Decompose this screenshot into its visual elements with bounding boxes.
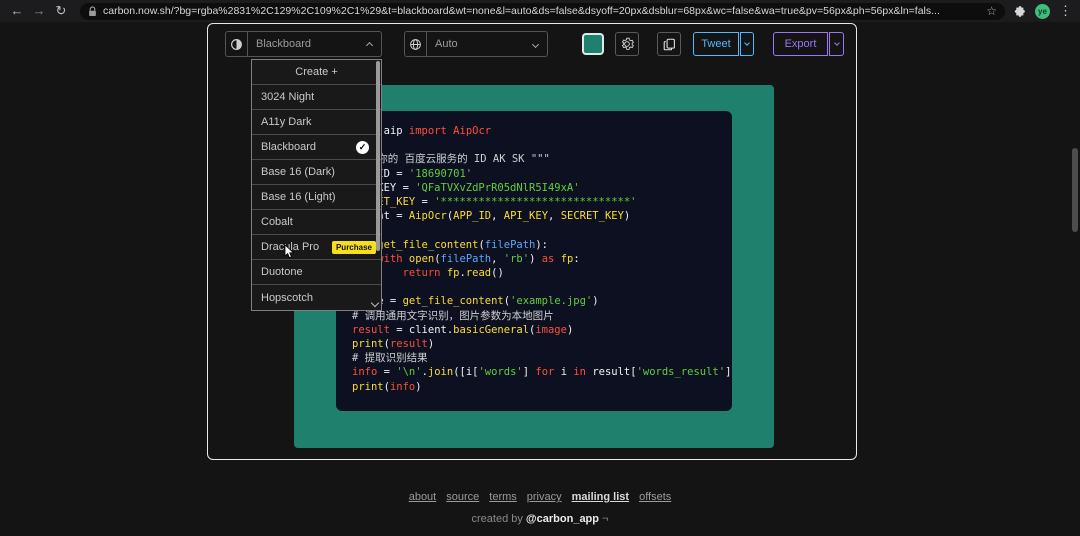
copy-button[interactable] — [657, 32, 681, 56]
mouse-cursor — [284, 244, 296, 265]
gear-icon — [620, 37, 634, 51]
theme-menu-item-dracula-pro[interactable]: Dracula ProPurchase — [252, 235, 381, 260]
code-window[interactable]: from aip import AipOcr """ 你的 百度云服务的 ID … — [336, 111, 732, 411]
code-line — [352, 280, 716, 294]
browser-menu-icon[interactable]: ⋮ — [1059, 3, 1072, 19]
theme-menu-item-label: Cobalt — [261, 216, 293, 228]
code-line: client = AipOcr(APP_ID, API_KEY, SECRET_… — [352, 209, 716, 223]
language-select[interactable]: Auto — [404, 31, 548, 57]
code-line: """ 你的 百度云服务的 ID AK SK """ — [352, 152, 716, 166]
page-scrollbar-thumb[interactable] — [1072, 148, 1078, 232]
chevron-down-icon — [834, 40, 840, 46]
background-color-swatch[interactable] — [582, 33, 604, 55]
theme-menu-item-label: Base 16 (Dark) — [261, 166, 335, 178]
tweet-button[interactable]: Tweet — [693, 32, 739, 56]
theme-menu-item-label: Hopscotch — [261, 292, 313, 304]
theme-menu-item-label: 3024 Night — [261, 91, 314, 103]
theme-menu-item-label: Duotone — [261, 266, 303, 278]
theme-menu: Create + 3024 Night A11y Dark Blackboard ✓ Ba… — [251, 59, 382, 311]
code-line — [352, 138, 716, 152]
export-button[interactable]: Export — [773, 32, 828, 56]
credit-prefix: created by — [472, 513, 526, 525]
bookmark-star-icon[interactable]: ☆ — [986, 4, 997, 18]
footer-link-privacy[interactable]: privacy — [527, 491, 562, 503]
theme-menu-item-blackboard[interactable]: Blackboard ✓ — [252, 135, 381, 160]
settings-button[interactable] — [615, 32, 639, 56]
menu-scrollbar-thumb[interactable] — [376, 61, 380, 251]
theme-menu-item-create-[interactable]: Create + — [252, 60, 381, 85]
theme-menu-item-label: A11y Dark — [261, 116, 312, 128]
theme-menu-item-label: Blackboard — [261, 141, 316, 153]
code-line: info = '\n'.join([i['words'] for i in re… — [352, 365, 716, 379]
code-line: APP_ID = '18690701' — [352, 167, 716, 181]
language-select-value: Auto — [427, 38, 533, 50]
forward-icon[interactable]: → — [28, 0, 50, 22]
copy-icon — [663, 38, 676, 51]
extensions-icon[interactable] — [1013, 5, 1026, 18]
theme-menu-item-duotone[interactable]: Duotone — [252, 260, 381, 285]
purchase-badge: Purchase — [332, 241, 376, 254]
footer-link-offsets[interactable]: offsets — [639, 491, 671, 503]
code-line: return fp.read() — [352, 266, 716, 280]
chevron-up-icon — [366, 42, 373, 49]
code-line: def get_file_content(filePath): — [352, 238, 716, 252]
credit-line: created by @carbon_app ¬ — [0, 513, 1080, 525]
reload-icon[interactable]: ↻ — [50, 0, 72, 22]
theme-palette-icon[interactable] — [226, 32, 248, 56]
chevron-down-icon — [532, 40, 539, 47]
theme-menu-item-label: Base 16 (Light) — [261, 191, 336, 203]
editor-card: Blackboard Auto Tweet — [207, 23, 857, 460]
code-line: print(info) — [352, 380, 716, 394]
theme-menu-item-cobalt[interactable]: Cobalt — [252, 210, 381, 235]
selected-check-icon: ✓ — [356, 141, 369, 154]
lock-icon — [88, 6, 97, 17]
theme-menu-item-label: Create + — [295, 66, 338, 78]
code-line: API_KEY = 'QFaTVXvZdPrR05dNlR5I49xA' — [352, 181, 716, 195]
theme-menu-item-base-16-dark-[interactable]: Base 16 (Dark) — [252, 160, 381, 185]
code-content: from aip import AipOcr """ 你的 百度云服务的 ID … — [352, 124, 716, 394]
code-line: image = get_file_content('example.jpg') — [352, 294, 716, 308]
theme-menu-item-hopscotch[interactable]: Hopscotch — [252, 285, 381, 310]
browser-nav: ← → ↻ — [0, 0, 72, 22]
theme-select[interactable]: Blackboard — [225, 31, 382, 57]
export-dropdown-button[interactable] — [829, 32, 844, 56]
browser-right-icons: ye ⋮ — [1013, 3, 1080, 19]
code-line: with open(filePath, 'rb') as fp: — [352, 252, 716, 266]
footer-link-source[interactable]: source — [446, 491, 479, 503]
url-text: carbon.now.sh/?bg=rgba%2831%2C129%2C109%… — [103, 5, 980, 17]
credit-suffix: ¬ — [599, 513, 608, 525]
footer-link-mailing-list[interactable]: mailing list — [572, 491, 629, 503]
theme-select-value: Blackboard — [248, 38, 367, 50]
code-line: SECRET_KEY = '**************************… — [352, 195, 716, 209]
code-line: print(result) — [352, 337, 716, 351]
carbon-app-screen: ← → ↻ carbon.now.sh/?bg=rgba%2831%2C129%… — [0, 0, 1080, 536]
footer-links: about source terms privacy mailing list offse… — [0, 487, 1080, 505]
browser-chrome: ← → ↻ carbon.now.sh/?bg=rgba%2831%2C129%… — [0, 0, 1080, 22]
credit-handle-link[interactable]: @carbon_app — [526, 513, 599, 525]
theme-menu-item-base-16-light-[interactable]: Base 16 (Light) — [252, 185, 381, 210]
tweet-dropdown-button[interactable] — [740, 32, 754, 56]
theme-menu-item-a11y-dark[interactable]: A11y Dark — [252, 110, 381, 135]
code-line: # 调用通用文字识别，图片参数为本地图片 — [352, 309, 716, 323]
code-line — [352, 223, 716, 237]
footer-link-terms[interactable]: terms — [489, 491, 517, 503]
code-line: # 提取识别结果 — [352, 351, 716, 365]
code-line: from aip import AipOcr — [352, 124, 716, 138]
back-icon[interactable]: ← — [6, 0, 28, 22]
profile-avatar[interactable]: ye — [1035, 4, 1050, 19]
code-line: result = client.basicGeneral(image) — [352, 323, 716, 337]
globe-icon — [405, 32, 427, 56]
footer-link-about[interactable]: about — [409, 491, 437, 503]
address-bar[interactable]: carbon.now.sh/?bg=rgba%2831%2C129%2C109%… — [80, 3, 1005, 20]
chevron-down-icon — [744, 40, 750, 46]
theme-menu-item-3024-night[interactable]: 3024 Night — [252, 85, 381, 110]
